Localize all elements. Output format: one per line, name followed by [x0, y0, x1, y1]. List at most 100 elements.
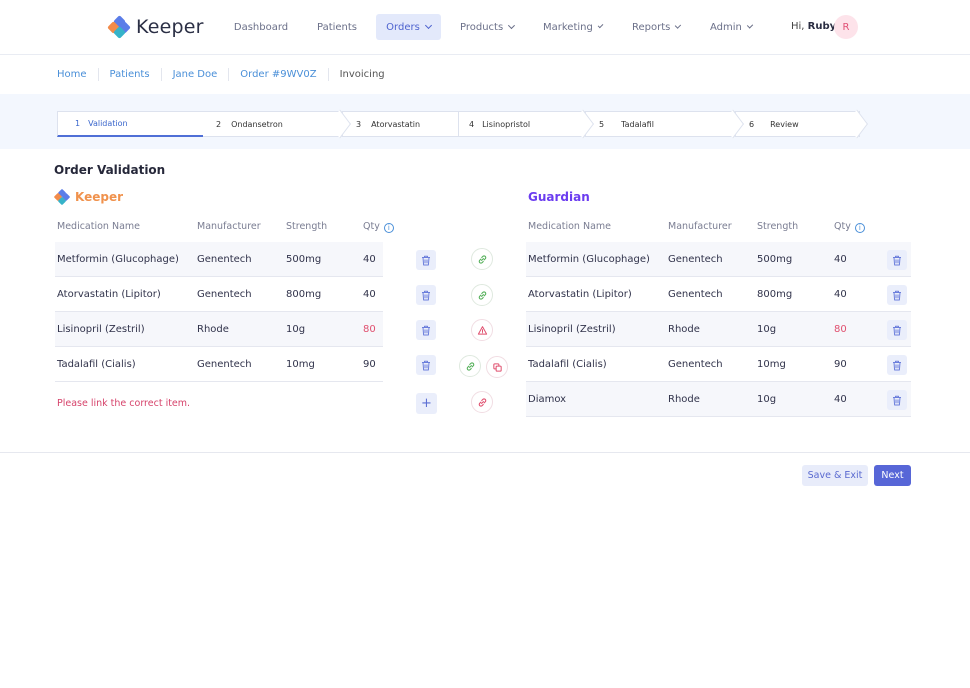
table-row[interactable]: Tadalafil (Cialis) Genentech 10mg 90 [55, 347, 436, 382]
manufacturer-cell: Rhode [668, 394, 700, 405]
keeper-section-label: Keeper [53, 188, 123, 206]
strength-cell: 10g [757, 324, 777, 335]
strength-cell: 10g [286, 324, 306, 335]
chevron-down-icon [424, 21, 432, 30]
manufacturer-cell: Genentech [668, 359, 723, 370]
nav-label: Reports [632, 21, 671, 33]
col-medication: Medication Name [528, 221, 611, 232]
breadcrumb-patient[interactable]: Jane Doe [173, 68, 230, 81]
qty-cell: 40 [834, 254, 847, 265]
table-row[interactable]: Lisinopril (Zestril) Rhode 10g 80 [55, 312, 436, 347]
nav-label: Dashboard [233, 21, 289, 33]
col-manufacturer: Manufacturer [668, 221, 732, 232]
table-row[interactable]: Metformin (Glucophage) Genentech 500mg 40 [55, 242, 436, 277]
qty-cell: 80 [363, 324, 376, 335]
manufacturer-cell: Genentech [668, 254, 723, 265]
warning-icon[interactable] [471, 319, 493, 341]
qty-cell: 90 [363, 359, 376, 370]
step-review[interactable]: 6 Review [736, 109, 868, 139]
col-strength: Strength [286, 221, 328, 232]
medication-name-cell: Tadalafil (Cialis) [57, 359, 136, 370]
delete-icon[interactable] [887, 320, 907, 340]
duplicate-icon[interactable] [486, 356, 508, 378]
delete-icon[interactable] [887, 285, 907, 305]
delete-icon[interactable] [416, 250, 436, 270]
step-number: 3 [356, 119, 362, 129]
chevron-down-icon [597, 22, 604, 29]
greeting-text: Hi, [791, 21, 805, 32]
avatar[interactable]: R [834, 15, 858, 39]
table-row[interactable]: Diamox Rhode 10g 40 [526, 382, 911, 417]
table-row[interactable]: Atorvastatin (Lipitor) Genentech 800mg 40 [55, 277, 436, 312]
step-tadalafil[interactable]: 5 Tadalafil [586, 109, 744, 139]
link-icon[interactable] [471, 284, 493, 306]
add-item-button[interactable]: + [416, 393, 437, 414]
link-icon[interactable] [459, 355, 481, 377]
top-header: Keeper Dashboard Patients Orders Product… [0, 0, 970, 55]
nav-label: Orders [386, 21, 420, 33]
breadcrumb-home[interactable]: Home [57, 68, 99, 81]
guardian-section-label: Guardian [528, 190, 590, 204]
manufacturer-cell: Rhode [668, 324, 700, 335]
table-row[interactable]: Lisinopril (Zestril) Rhode 10g 80 [526, 312, 911, 347]
strength-cell: 10g [757, 394, 777, 405]
nav-marketing[interactable]: Marketing [533, 14, 612, 40]
qty-cell: 40 [363, 289, 376, 300]
nav-dashboard[interactable]: Dashboard [225, 14, 297, 40]
qty-label: Qty [834, 221, 851, 232]
delete-icon[interactable] [416, 285, 436, 305]
manufacturer-cell: Genentech [197, 289, 252, 300]
broken-link-icon[interactable] [471, 391, 493, 413]
app-logo[interactable]: Keeper [107, 15, 204, 39]
next-button[interactable]: Next [874, 465, 911, 486]
table-row[interactable]: Tadalafil (Cialis) Genentech 10mg 90 [526, 347, 911, 382]
link-icon[interactable] [471, 248, 493, 270]
step-validation[interactable]: 1 Validation [57, 111, 203, 137]
delete-icon[interactable] [887, 355, 907, 375]
info-icon[interactable]: i [383, 223, 394, 233]
manufacturer-cell: Genentech [197, 359, 252, 370]
breadcrumb-current: Invoicing [339, 69, 385, 80]
nav-label: Patients [316, 21, 358, 33]
medication-name-cell: Atorvastatin (Lipitor) [528, 289, 632, 300]
step-lisinopristol[interactable]: 4 Lisinopristol [458, 109, 594, 139]
medication-name-cell: Tadalafil (Cialis) [528, 359, 607, 370]
step-atorvastatin[interactable]: 3 Atorvastatin [343, 111, 459, 137]
step-label: Review [770, 119, 799, 129]
nav-admin[interactable]: Admin [700, 14, 762, 40]
delete-icon[interactable] [416, 320, 436, 340]
step-label: Tadalafil [621, 119, 654, 129]
chevron-down-icon [746, 22, 754, 29]
strength-cell: 800mg [286, 289, 322, 300]
table-row[interactable]: Atorvastatin (Lipitor) Genentech 800mg 40 [526, 277, 911, 312]
nav-patients[interactable]: Patients [308, 14, 366, 40]
medication-name-cell: Metformin (Glucophage) [57, 254, 179, 265]
qty-cell: 90 [834, 359, 847, 370]
step-label: Validation [88, 119, 128, 128]
keeper-logo-icon [53, 188, 71, 206]
breadcrumb-patients[interactable]: Patients [110, 68, 162, 81]
delete-icon[interactable] [887, 390, 907, 410]
qty-cell: 80 [834, 324, 847, 335]
manufacturer-cell: Genentech [668, 289, 723, 300]
nav-reports[interactable]: Reports [622, 14, 690, 40]
delete-icon[interactable] [416, 355, 436, 375]
step-number: 4 [469, 119, 475, 129]
user-greeting: Hi, Ruby [791, 21, 836, 32]
delete-icon[interactable] [887, 250, 907, 270]
medication-name-cell: Diamox [528, 394, 567, 405]
breadcrumb-order[interactable]: Order #9WV0Z [240, 68, 329, 81]
qty-cell: 40 [363, 254, 376, 265]
nav-label: Products [460, 21, 504, 33]
step-ondansetron[interactable]: 2 Ondansetron [203, 109, 351, 139]
user-name: Ruby [807, 21, 837, 32]
medication-name-cell: Atorvastatin (Lipitor) [57, 289, 161, 300]
keeper-logo-icon [107, 15, 131, 39]
info-icon[interactable]: i [854, 223, 865, 233]
nav-products[interactable]: Products [450, 14, 524, 40]
manufacturer-cell: Genentech [197, 254, 252, 265]
save-exit-button[interactable]: Save & Exit [802, 465, 868, 486]
table-row[interactable]: Metformin (Glucophage) Genentech 500mg 40 [526, 242, 911, 277]
col-qty: Qty i [834, 221, 865, 233]
nav-orders[interactable]: Orders [376, 14, 441, 40]
